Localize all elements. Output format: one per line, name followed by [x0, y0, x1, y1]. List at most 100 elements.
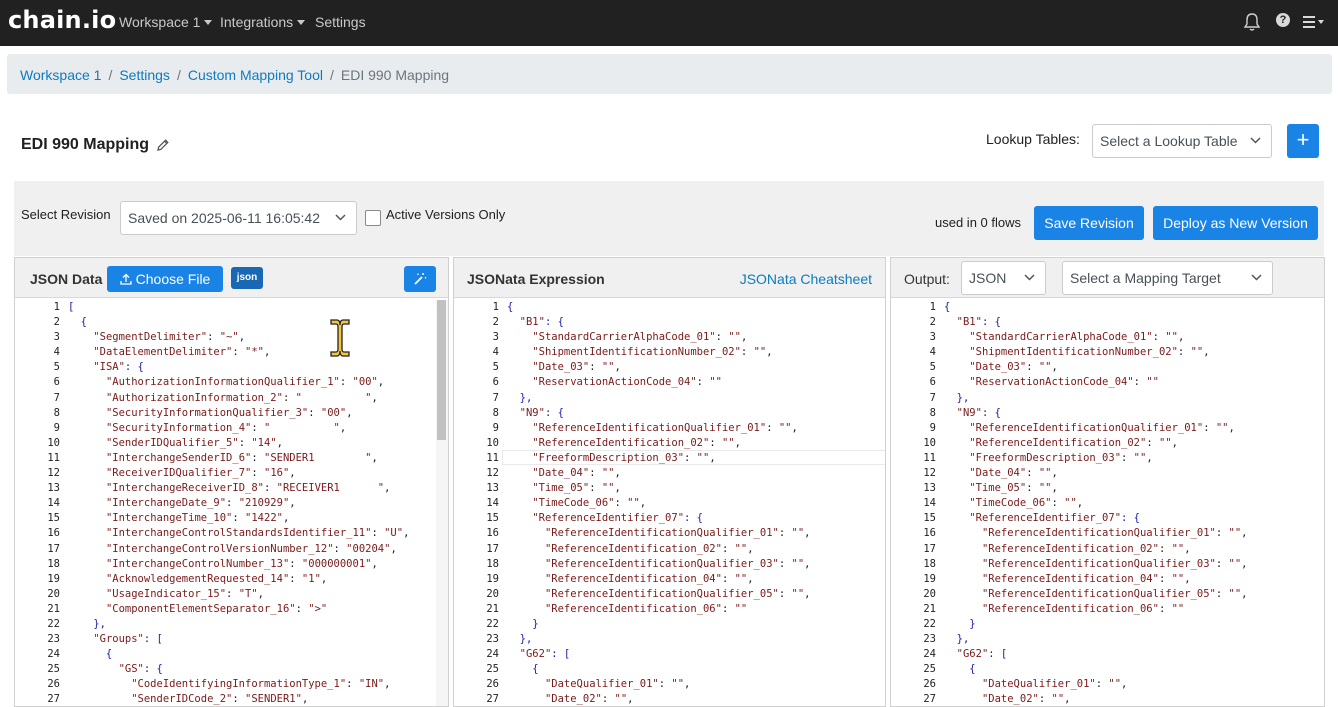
code-text: "AuthorizationInformationQualifier_1": "… — [105, 376, 385, 389]
breadcrumb: Workspace 1/Settings / Custom Mapping Tool… — [7, 54, 1332, 94]
code-line: 14 "InterchangeDate_9": "210929", — [15, 496, 448, 511]
json-badge: json — [231, 267, 263, 289]
text-cursor-icon — [330, 319, 350, 357]
code-line: 3 "SegmentDelimiter": "~", — [15, 330, 448, 345]
line-number: 14 — [486, 497, 499, 510]
line-number: 7 — [492, 391, 499, 404]
code-text: "B1": { — [956, 316, 1001, 329]
deploy-new-version-button[interactable]: Deploy as New Version — [1153, 206, 1318, 240]
code-text: [ — [68, 301, 75, 313]
code-line: 21 "ComponentElementSeparator_16": ">" — [15, 602, 448, 617]
mapping-target-placeholder: Select a Mapping Target — [1070, 270, 1221, 286]
code-line: 26 "CodeIdentifyingInformationType_1": "… — [15, 677, 448, 692]
code-line: 1{ — [891, 300, 1324, 315]
code-line: 27 "Date_02": "", — [454, 692, 885, 706]
lookup-table-select[interactable]: Select a Lookup Table — [1092, 124, 1272, 158]
active-versions-checkbox[interactable] — [365, 210, 381, 226]
code-line: 7 }, — [454, 391, 885, 406]
code-text: "TimeCode_06": "", — [532, 497, 647, 510]
app-logo[interactable]: chain.io — [8, 6, 116, 34]
line-number: 19 — [923, 572, 936, 585]
line-number: 19 — [47, 572, 60, 585]
line-number: 5 — [492, 361, 499, 374]
line-number: 13 — [923, 482, 936, 495]
plus-icon: + — [1296, 127, 1310, 152]
jsonata-editor[interactable]: 1{2 "B1": {3 "StandardCarrierAlphaCode_0… — [454, 300, 885, 706]
line-number: 25 — [47, 663, 60, 676]
page-title: EDI 990 Mapping — [21, 136, 150, 153]
code-line: 18 "ReferenceIdentificationQualifier_03"… — [891, 557, 1324, 572]
code-line: 8 "SecurityInformationQualifier_3": "00"… — [15, 406, 448, 421]
json-data-title: JSON Data — [30, 271, 103, 287]
nav-workspace-dropdown[interactable]: Workspace 1 — [119, 14, 212, 30]
code-line: 16 "ReferenceIdentificationQualifier_01"… — [454, 526, 885, 541]
line-number: 27 — [47, 693, 60, 706]
json-editor-scroll-thumb[interactable] — [437, 300, 446, 440]
nav-settings-link[interactable]: Settings — [315, 14, 366, 30]
bell-icon[interactable] — [1243, 12, 1261, 32]
code-text: "FreeformDescription_03": "", — [532, 451, 716, 464]
line-number: 20 — [47, 587, 60, 600]
code-text: }, — [507, 633, 533, 646]
chevron-down-icon — [1024, 274, 1035, 281]
code-line: 19 "AcknowledgementRequested_14": "1", — [15, 572, 448, 587]
code-line: 7 "AuthorizationInformation_2": " ", — [15, 391, 448, 406]
active-versions-label[interactable]: Active Versions Only — [386, 207, 505, 222]
code-text: "GS": { — [118, 663, 163, 676]
help-icon[interactable]: ? — [1276, 13, 1290, 27]
json-data-panel: JSON Data Choose File json 1[2 {3 "Segme… — [14, 257, 449, 707]
json-data-editor[interactable]: 1[2 {3 "SegmentDelimiter": "~", 4 "DataEl… — [15, 300, 448, 706]
code-text: { — [507, 301, 514, 313]
code-text: "FreeformDescription_03": "", — [969, 451, 1153, 464]
line-number: 6 — [492, 376, 499, 389]
save-revision-button[interactable]: Save Revision — [1034, 206, 1144, 240]
code-text: "Groups": [ — [93, 633, 163, 646]
line-number: 12 — [923, 467, 936, 480]
choose-file-button[interactable]: Choose File — [107, 266, 223, 292]
line-number: 18 — [47, 557, 60, 570]
pencil-icon[interactable] — [156, 138, 170, 152]
code-line: 23 }, — [454, 632, 885, 647]
code-line: 22 } — [454, 617, 885, 632]
revision-select[interactable]: Saved on 2025-06-11 16:05:42 — [120, 201, 357, 235]
line-number: 10 — [486, 436, 499, 449]
line-number: 12 — [486, 467, 499, 480]
code-line: 20 "ReferenceIdentificationQualifier_05"… — [454, 587, 885, 602]
line-number: 3 — [929, 331, 936, 344]
format-json-button[interactable] — [404, 266, 436, 292]
code-text: "B1": { — [519, 316, 564, 329]
line-number: 22 — [47, 617, 60, 630]
nav-integrations-dropdown[interactable]: Integrations — [220, 14, 305, 30]
jsonata-cheatsheet-link[interactable]: JSONata Cheatsheet — [740, 271, 872, 287]
breadcrumb-custom-mapping-tool[interactable]: Custom Mapping Tool — [188, 67, 323, 83]
code-line: 6 "ReservationActionCode_04": "" — [891, 375, 1324, 390]
code-line: 4 "DataElementDelimiter": "*", — [15, 345, 448, 360]
add-lookup-table-button[interactable]: + — [1287, 124, 1319, 158]
line-number: 26 — [923, 678, 936, 691]
menu-icon[interactable] — [1303, 16, 1317, 28]
code-text: "TimeCode_06": "", — [969, 497, 1084, 510]
code-text: "ReceiverIDQualifier_7": "16", — [105, 467, 296, 480]
code-text: "StandardCarrierAlphaCode_01": "", — [969, 331, 1185, 344]
code-text: "StandardCarrierAlphaCode_01": "", — [532, 331, 748, 344]
revision-selected-value: Saved on 2025-06-11 16:05:42 — [128, 210, 321, 226]
line-number: 22 — [486, 617, 499, 630]
code-text: "InterchangeControlVersionNumber_12": "0… — [105, 542, 397, 555]
code-line: 10 "ReferenceIdentification_02": "", — [891, 436, 1324, 451]
line-number: 3 — [492, 331, 499, 344]
code-text: "DataElementDelimiter": "*", — [93, 346, 271, 359]
line-number: 16 — [923, 527, 936, 540]
breadcrumb-settings[interactable]: Settings — [119, 67, 170, 83]
output-format-select[interactable]: JSON — [961, 261, 1046, 295]
line-number: 20 — [923, 587, 936, 600]
select-revision-label: Select Revision — [21, 207, 111, 222]
code-text: { — [944, 663, 976, 676]
mapping-target-select[interactable]: Select a Mapping Target — [1062, 261, 1273, 295]
chevron-down-icon — [1250, 137, 1261, 144]
code-line: 9 "ReferenceIdentificationQualifier_01":… — [454, 421, 885, 436]
breadcrumb-workspace[interactable]: Workspace 1 — [20, 67, 101, 83]
code-line: 22 } — [891, 617, 1324, 632]
line-number: 25 — [486, 663, 499, 676]
code-line: 25 { — [891, 662, 1324, 677]
top-navbar: chain.io Workspace 1 Integrations Settin… — [0, 0, 1338, 46]
